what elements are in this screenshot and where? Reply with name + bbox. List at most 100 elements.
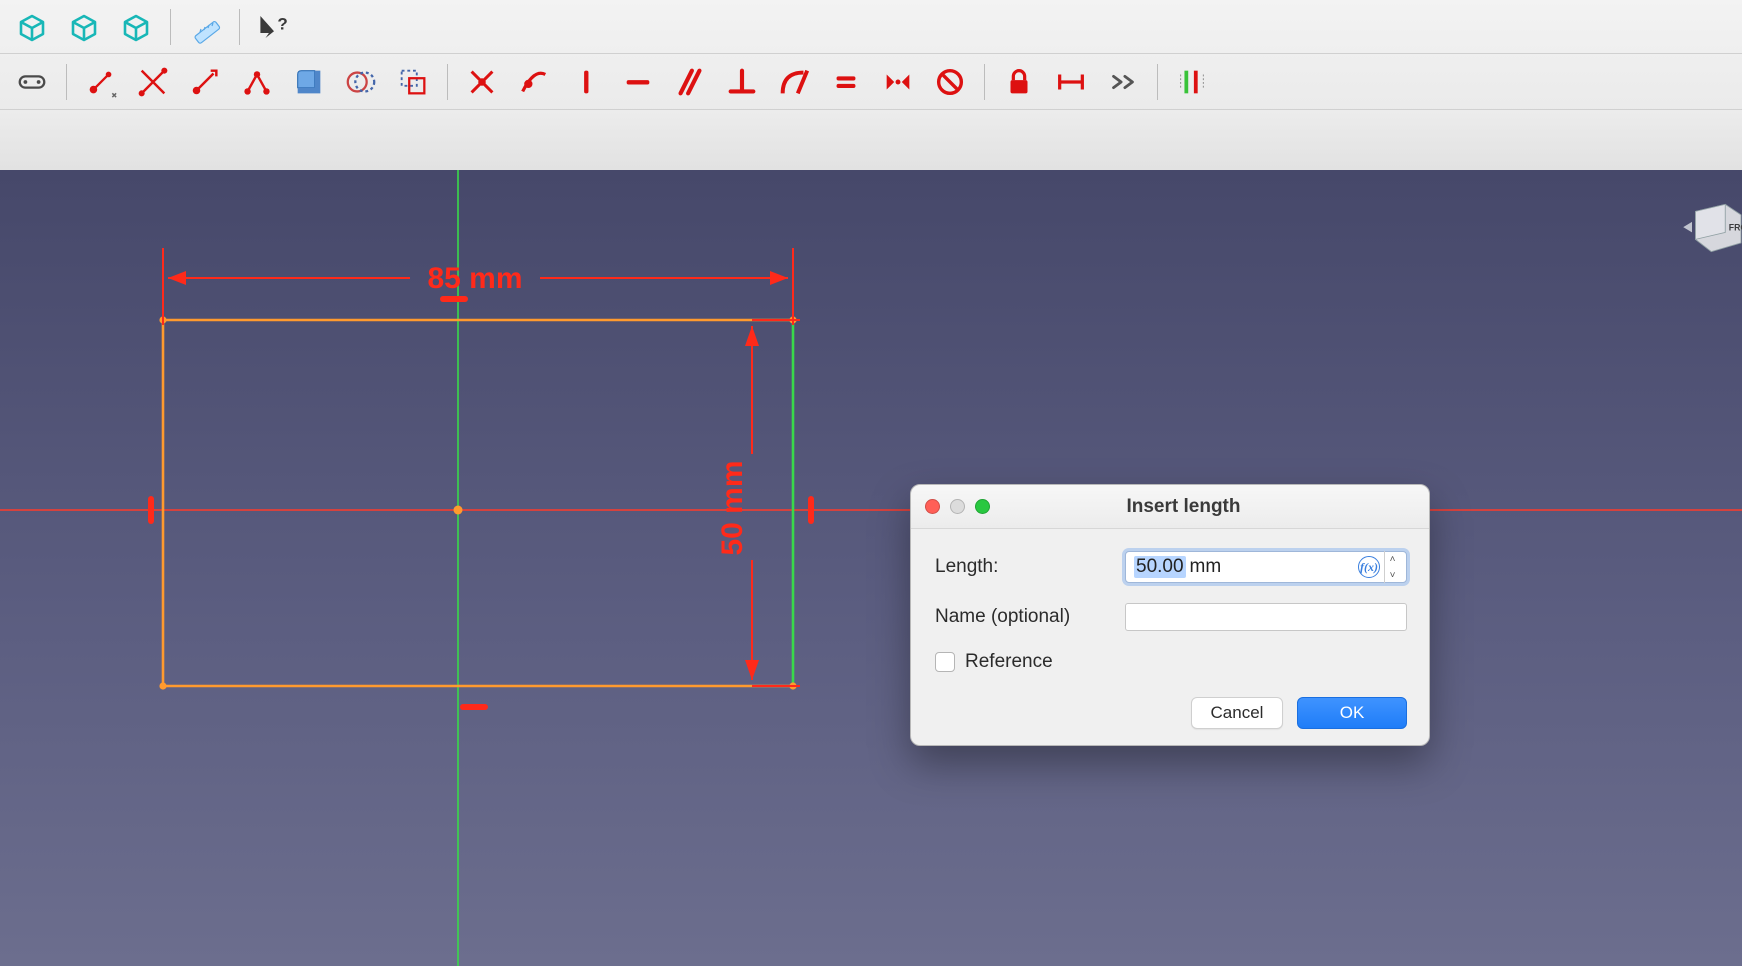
horizontal-dimension-label: 85 mm — [427, 262, 522, 295]
cancel-button[interactable]: Cancel — [1191, 697, 1283, 729]
dialog-title: Insert length — [952, 496, 1415, 518]
dialog-titlebar[interactable]: Insert length — [911, 485, 1429, 529]
coincident-constraint-button[interactable] — [458, 60, 506, 104]
tangent-constraint-icon — [777, 65, 811, 99]
length-value: 50.00 — [1134, 556, 1186, 578]
close-window-button[interactable] — [925, 499, 940, 514]
toolbar-divider — [984, 64, 985, 100]
vertical-constraint-glyph — [808, 496, 814, 524]
sketch-viewport[interactable]: 85 mm 50 mm FRONT — [0, 170, 1742, 966]
measure-button[interactable] — [181, 5, 229, 49]
equal-constraint-button[interactable] — [822, 60, 870, 104]
toggle-virtual-space-icon — [1175, 65, 1209, 99]
tangent-constraint-button[interactable] — [770, 60, 818, 104]
toolbar-divider — [170, 9, 171, 45]
toggle-construction-button[interactable] — [337, 60, 385, 104]
toggle-virtual-space-button[interactable] — [1168, 60, 1216, 104]
coincident-constraint-icon — [465, 65, 499, 99]
name-label: Name (optional) — [935, 606, 1111, 628]
reference-label: Reference — [965, 651, 1053, 673]
ok-button[interactable]: OK — [1297, 697, 1407, 729]
clone-icon — [396, 65, 430, 99]
symmetric-constraint-button[interactable] — [874, 60, 922, 104]
toolbar-divider — [447, 64, 448, 100]
isometric-view-icon — [67, 10, 101, 44]
vertical-constraint-button[interactable] — [562, 60, 610, 104]
toolbar-divider — [66, 64, 67, 100]
split-icon — [240, 65, 274, 99]
horizontal-constraint-glyph — [460, 704, 488, 710]
sketch-scene: 85 mm 50 mm — [0, 170, 1742, 966]
vertical-dimension[interactable]: 50 mm — [716, 320, 800, 686]
perpendicular-constraint-icon — [725, 65, 759, 99]
toolbars: ? — [0, 0, 1742, 171]
create-point-button[interactable] — [77, 60, 125, 104]
parallel-constraint-button[interactable] — [666, 60, 714, 104]
name-input[interactable] — [1125, 603, 1407, 631]
length-label: Length: — [935, 556, 1111, 578]
whats-this-button[interactable]: ? — [250, 5, 298, 49]
dimetric-view-button[interactable] — [112, 5, 160, 49]
whats-this-icon: ? — [257, 10, 291, 44]
toolbar-spacer — [0, 110, 1742, 170]
symmetric-constraint-icon — [881, 65, 915, 99]
origin-point — [454, 506, 463, 515]
fillet-button[interactable] — [285, 60, 333, 104]
horizontal-distance-button[interactable] — [1047, 60, 1095, 104]
axonometric-view-button[interactable] — [8, 5, 56, 49]
stepper-down-icon[interactable]: ˅ — [1385, 567, 1400, 583]
parallel-constraint-icon — [673, 65, 707, 99]
trim-icon — [136, 65, 170, 99]
split-button[interactable] — [233, 60, 281, 104]
perpendicular-constraint-button[interactable] — [718, 60, 766, 104]
extend-button[interactable] — [181, 60, 229, 104]
stepper-up-icon[interactable]: ˄ — [1385, 551, 1400, 567]
lock-constraint-button[interactable] — [995, 60, 1043, 104]
fillet-icon — [292, 65, 326, 99]
vertical-dimension-label: 50 mm — [716, 460, 749, 555]
dimetric-view-icon — [119, 10, 153, 44]
horizontal-constraint-button[interactable] — [614, 60, 662, 104]
svg-text:FRONT: FRONT — [1729, 223, 1742, 233]
navigation-cube[interactable]: FRONT — [1678, 188, 1742, 268]
lock-constraint-icon — [1002, 65, 1036, 99]
isometric-view-button[interactable] — [60, 5, 108, 49]
horizontal-constraint-icon — [621, 65, 655, 99]
svg-text:?: ? — [277, 14, 287, 33]
extend-icon — [188, 65, 222, 99]
horizontal-dimension[interactable]: 85 mm — [163, 248, 793, 325]
point-on-object-constraint-button[interactable] — [510, 60, 558, 104]
block-constraint-icon — [933, 65, 967, 99]
vertical-constraint-glyph — [148, 496, 154, 524]
length-input[interactable]: 50.00 mm f(x) ˄ ˅ — [1125, 551, 1407, 583]
horizontal-distance-icon — [1054, 65, 1088, 99]
equal-constraint-icon — [829, 65, 863, 99]
sketch-rectangle — [159, 316, 796, 689]
reference-checkbox[interactable] — [935, 652, 955, 672]
create-point-icon — [84, 65, 118, 99]
dialog-body: Length: 50.00 mm f(x) ˄ ˅ Name (optional… — [911, 529, 1429, 745]
navigation-cube-icon: FRONT — [1678, 188, 1742, 268]
length-unit: mm — [1190, 556, 1222, 578]
cancel-button-label: Cancel — [1211, 703, 1264, 723]
ok-button-label: OK — [1340, 703, 1365, 723]
axonometric-view-icon — [15, 10, 49, 44]
create-slot-button[interactable] — [8, 60, 56, 104]
trim-button[interactable] — [129, 60, 177, 104]
length-stepper[interactable]: ˄ ˅ — [1384, 551, 1400, 583]
toggle-construction-icon — [344, 65, 378, 99]
toolbar-overflow-icon — [1106, 65, 1140, 99]
block-constraint-button[interactable] — [926, 60, 974, 104]
measure-icon — [188, 10, 222, 44]
create-slot-icon — [15, 65, 49, 99]
toolbar-divider — [1157, 64, 1158, 100]
view-toolbar: ? — [0, 0, 1742, 54]
sketch-toolbar — [0, 54, 1742, 110]
expression-icon[interactable]: f(x) — [1358, 556, 1380, 578]
clone-button[interactable] — [389, 60, 437, 104]
toolbar-overflow-button[interactable] — [1099, 60, 1147, 104]
toolbar-divider — [239, 9, 240, 45]
vertical-constraint-icon — [569, 65, 603, 99]
insert-length-dialog: Insert length Length: 50.00 mm f(x) ˄ ˅ … — [910, 484, 1430, 746]
point-on-object-constraint-icon — [517, 65, 551, 99]
